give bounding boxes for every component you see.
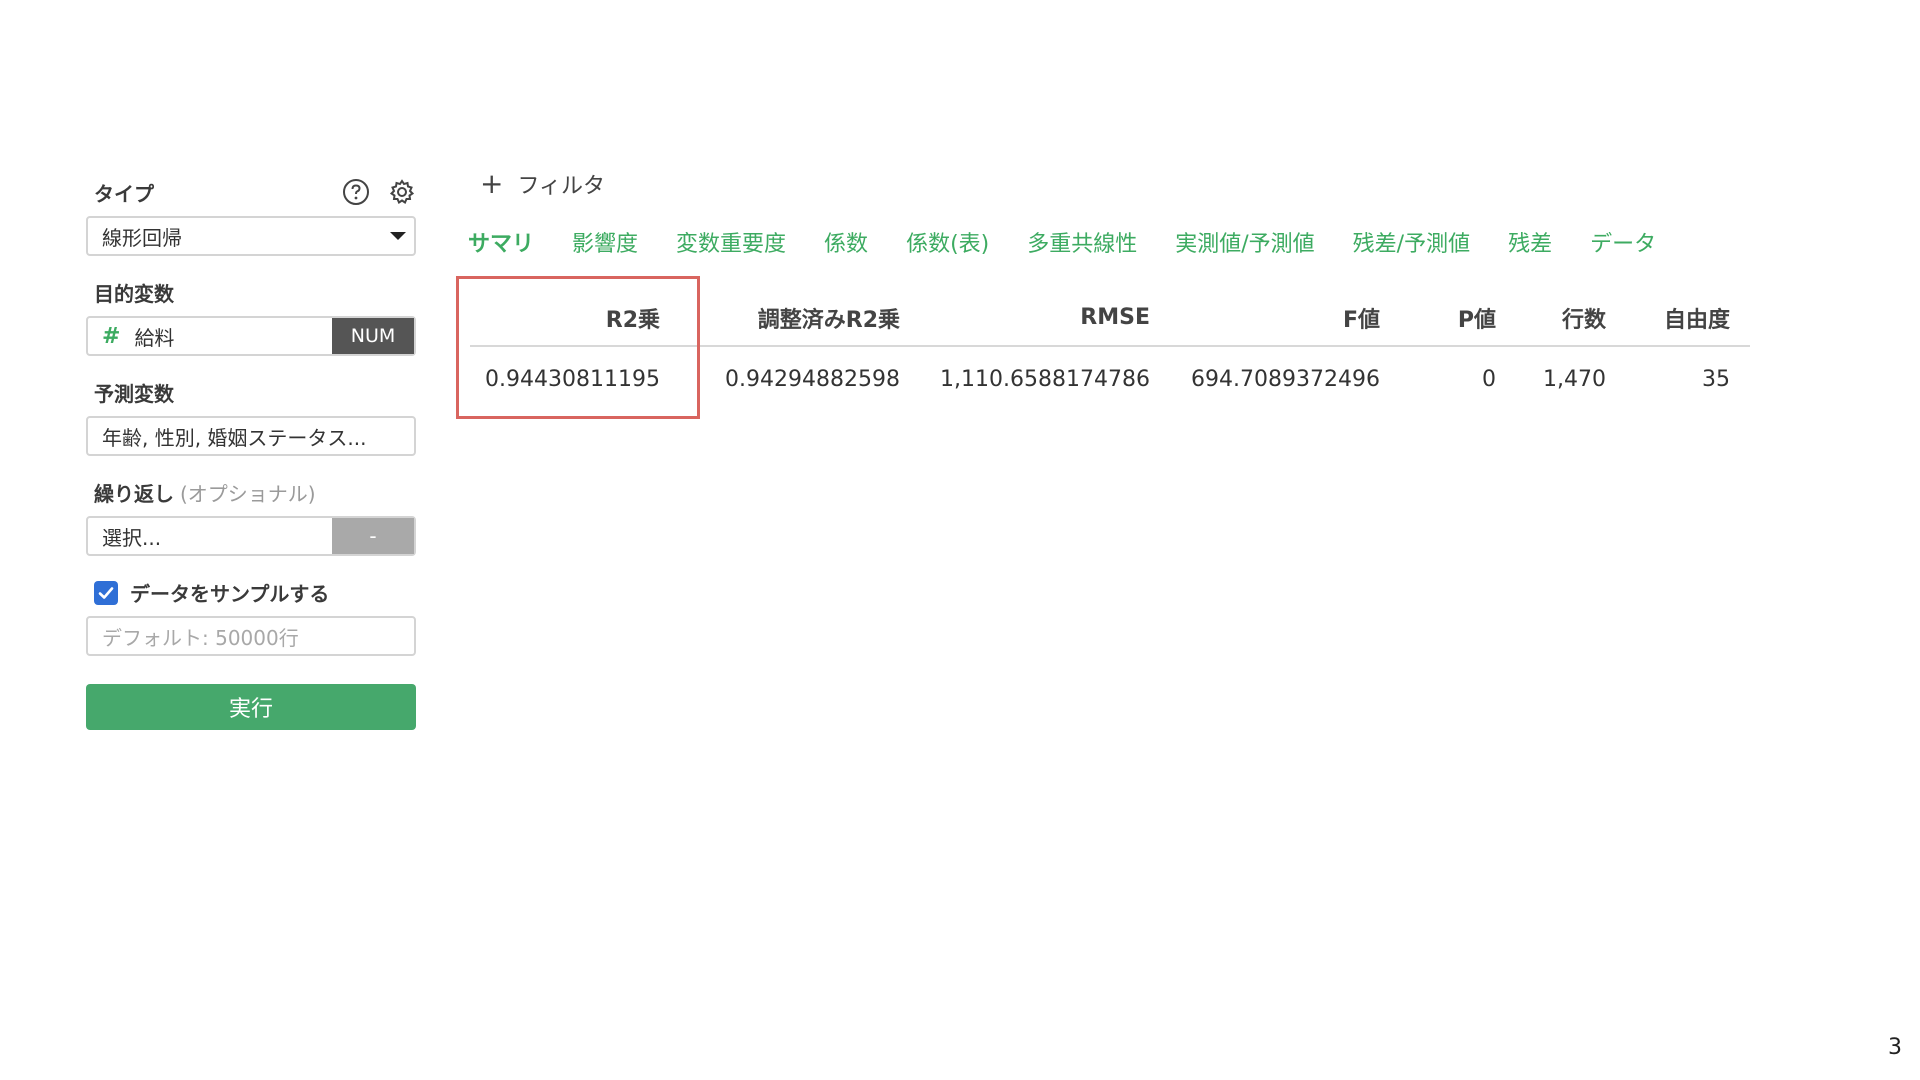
sample-data-option[interactable]: データをサンプルする [94,578,329,607]
r-squared-value: 0.94430811195 [485,367,660,392]
type-label: タイプ [94,182,154,206]
column-header-rmse: RMSE [920,300,1170,347]
column-header-row-count: 行数 [1516,300,1626,347]
adjusted-r-squared-value: 0.94294882598 [725,367,900,392]
sample-data-checkbox[interactable] [94,580,118,605]
plus-icon: + [480,167,504,200]
p-value: 0 [1482,367,1496,392]
predictor-variables-value: 年齢, 性別, 婚姻ステータス... [102,425,367,450]
rmse-value: 1,110.6588174786 [940,367,1150,392]
column-type-badge: NUM [332,318,414,354]
tab-variable-importance[interactable]: 変数重要度 [676,222,786,262]
column-header-adjusted-r-squared: 調整済みR2乗 [680,300,920,347]
tab-influence[interactable]: 影響度 [572,222,638,262]
analysis-type-select[interactable]: 線形回帰 [86,216,416,256]
column-header-r-squared: R2乗 [470,300,680,347]
column-header-f-value: F値 [1170,300,1400,347]
repeat-optional-note: (オプショナル) [180,482,316,506]
tab-data[interactable]: データ [1590,222,1656,262]
repeat-label: 繰り返し (オプショナル) [94,478,316,507]
tab-residual-vs-predicted[interactable]: 残差/予測値 [1353,222,1470,262]
summary-table-header: R2乗 調整済みR2乗 RMSE F値 P値 行数 自由度 [470,300,1750,347]
tab-actual-vs-predicted[interactable]: 実測値/予測値 [1175,222,1314,262]
chevron-down-icon [390,232,406,240]
target-variable-label: 目的変数 [94,282,174,306]
tab-coefficients-table[interactable]: 係数(表) [906,222,989,262]
sample-size-placeholder: デフォルト: 50000行 [102,625,299,650]
run-button[interactable]: 実行 [86,684,416,730]
sample-size-input[interactable]: デフォルト: 50000行 [86,616,416,656]
tab-summary[interactable]: サマリ [468,222,534,262]
column-header-p-value: P値 [1400,300,1516,347]
repeat-clear-button[interactable]: - [332,518,414,554]
target-variable-value: 給料 [134,325,175,350]
repeat-select-placeholder: 選択... [102,525,162,550]
tab-multicollinearity[interactable]: 多重共線性 [1027,222,1137,262]
degrees-of-freedom-value: 35 [1702,367,1730,392]
checkmark-icon [98,586,114,599]
table-row: 0.94430811195 0.94294882598 1,110.658817… [470,346,1750,392]
numeric-hash-icon: # [102,323,121,349]
add-filter-button[interactable]: + フィルタ [480,168,605,200]
column-header-degrees-of-freedom: 自由度 [1626,300,1750,347]
f-value: 694.7089372496 [1191,367,1380,392]
tab-coefficients[interactable]: 係数 [824,222,868,262]
result-tabs: サマリ 影響度 変数重要度 係数 係数(表) 多重共線性 実測値/予測値 残差/… [468,222,1694,262]
analysis-type-value: 線形回帰 [102,225,182,250]
page-number: 3 [1888,1035,1902,1060]
repeat-label-text: 繰り返し [94,482,174,506]
row-count-value: 1,470 [1543,367,1606,392]
add-filter-label: フィルタ [517,174,606,199]
target-variable-field[interactable]: # 給料 NUM [86,316,416,356]
tab-residuals[interactable]: 残差 [1508,222,1552,262]
sample-data-label: データをサンプルする [130,582,330,606]
repeat-field[interactable]: 選択... - [86,516,416,556]
gear-icon[interactable] [388,178,416,206]
summary-table: R2乗 調整済みR2乗 RMSE F値 P値 行数 自由度 0.94430811… [470,300,1750,392]
help-icon[interactable] [342,178,370,206]
predictor-variables-field[interactable]: 年齢, 性別, 婚姻ステータス... [86,416,416,456]
predictor-variables-label: 予測変数 [94,382,174,406]
repeat-select[interactable]: 選択... [88,518,332,554]
